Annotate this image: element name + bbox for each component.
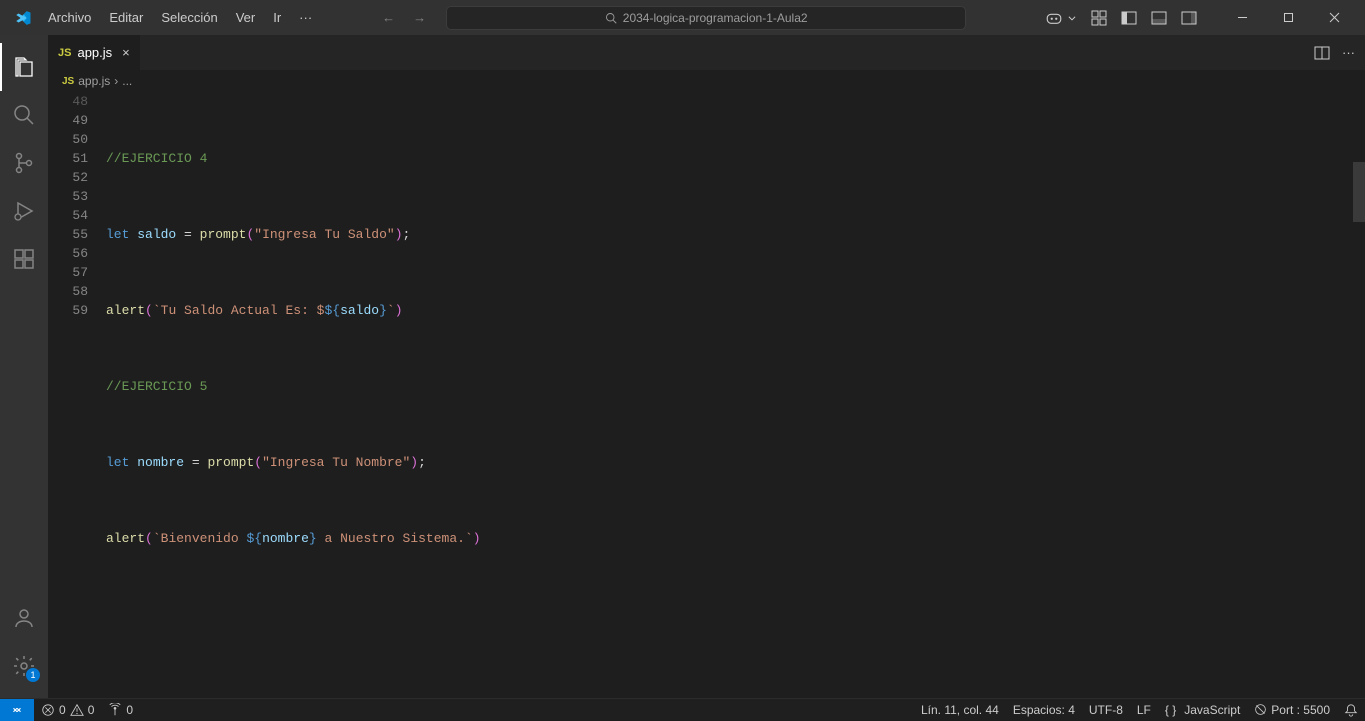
scrollbar[interactable] <box>1353 162 1365 222</box>
code-line <box>106 491 1365 510</box>
layout-sidebar-right-icon[interactable] <box>1181 10 1197 26</box>
menu-bar: Archivo Editar Selección Ver Ir ··· <box>40 6 320 29</box>
line-number: 53 <box>48 187 88 206</box>
menu-ver[interactable]: Ver <box>228 6 264 29</box>
language-mode-button[interactable]: { }JavaScript <box>1158 699 1247 721</box>
command-center[interactable]: 2034-logica-programacion-1-Aula2 <box>446 6 966 30</box>
code-line: let saldo = prompt("Ingresa Tu Saldo"); <box>106 225 1365 244</box>
problems-button[interactable]: 0 0 <box>34 699 101 721</box>
breadcrumb-file: app.js <box>78 74 110 88</box>
settings-badge: 1 <box>26 668 40 682</box>
source-control-icon[interactable] <box>0 139 48 187</box>
layout-grid-icon[interactable] <box>1091 10 1107 26</box>
breadcrumb-more: ... <box>122 74 132 88</box>
menu-ir[interactable]: Ir <box>265 6 289 29</box>
code-content[interactable]: //EJERCICIO 4 let saldo = prompt("Ingres… <box>106 92 1365 698</box>
tab-close-icon[interactable]: × <box>122 45 130 60</box>
breadcrumb[interactable]: JS app.js › ... <box>48 70 1365 92</box>
broadcast-icon <box>1254 703 1267 716</box>
line-number: 55 <box>48 225 88 244</box>
indentation-button[interactable]: Espacios: 4 <box>1006 699 1082 721</box>
code-line: //EJERCICIO 5 <box>106 377 1365 396</box>
line-number: 54 <box>48 206 88 225</box>
explorer-icon[interactable] <box>0 43 48 91</box>
line-number: 48 <box>48 92 88 111</box>
line-number: 51 <box>48 149 88 168</box>
copilot-icon <box>1045 9 1063 27</box>
js-file-icon: JS <box>58 47 71 59</box>
code-line <box>106 187 1365 206</box>
window-controls <box>1219 0 1357 35</box>
eol-button[interactable]: LF <box>1130 699 1158 721</box>
accounts-icon[interactable] <box>0 594 48 642</box>
split-editor-icon[interactable] <box>1314 45 1330 61</box>
title-bar: Archivo Editar Selección Ver Ir ··· ← → … <box>0 0 1365 35</box>
minimize-button[interactable] <box>1219 0 1265 35</box>
js-file-icon: JS <box>62 76 74 87</box>
code-line <box>106 263 1365 282</box>
search-activity-icon[interactable] <box>0 91 48 139</box>
copilot-button[interactable] <box>1045 9 1077 27</box>
line-number: 58 <box>48 282 88 301</box>
tab-filename: app.js <box>77 45 112 60</box>
maximize-button[interactable] <box>1265 0 1311 35</box>
code-line: //EJERCICIO 4 <box>106 149 1365 168</box>
antenna-icon <box>108 703 122 717</box>
line-number: 56 <box>48 244 88 263</box>
breadcrumb-sep: › <box>114 74 118 88</box>
gutter: 48 49 50 51 52 53 54 55 56 57 58 59 <box>48 92 106 698</box>
line-number: 59 <box>48 301 88 320</box>
code-line <box>106 415 1365 434</box>
error-icon <box>41 703 55 717</box>
status-bar: 0 0 0 Lín. 11, col. 44 Espacios: 4 UTF-8… <box>0 698 1365 720</box>
line-number: 57 <box>48 263 88 282</box>
nav-arrows: ← → <box>382 10 426 25</box>
tab-appjs[interactable]: JS app.js × <box>48 35 141 70</box>
code-line <box>106 111 1365 130</box>
warning-icon <box>70 703 84 717</box>
menu-editar[interactable]: Editar <box>101 6 151 29</box>
ports-button[interactable]: 0 <box>101 699 140 721</box>
close-button[interactable] <box>1311 0 1357 35</box>
extensions-icon[interactable] <box>0 235 48 283</box>
line-number: 49 <box>48 111 88 130</box>
line-number: 52 <box>48 168 88 187</box>
encoding-button[interactable]: UTF-8 <box>1082 699 1130 721</box>
cursor-position[interactable]: Lín. 11, col. 44 <box>914 699 1006 721</box>
settings-gear-icon[interactable]: 1 <box>0 642 48 690</box>
menu-archivo[interactable]: Archivo <box>40 6 99 29</box>
editor-more-icon[interactable]: ··· <box>1342 45 1355 60</box>
menu-more[interactable]: ··· <box>291 6 320 29</box>
layout-sidebar-left-icon[interactable] <box>1121 10 1137 26</box>
nav-back-icon[interactable]: ← <box>382 10 395 25</box>
code-line: alert(`Bienvenido ${nombre} a Nuestro Si… <box>106 529 1365 548</box>
chevron-down-icon <box>1067 13 1077 23</box>
code-line: let nombre = prompt("Ingresa Tu Nombre")… <box>106 453 1365 472</box>
live-server-button[interactable]: Port : 5500 <box>1247 699 1337 721</box>
tab-bar: JS app.js × ··· <box>48 35 1365 70</box>
nav-forward-icon[interactable]: → <box>413 10 426 25</box>
search-icon <box>605 12 617 24</box>
menu-seleccion[interactable]: Selección <box>153 6 225 29</box>
code-line: alert(`Tu Saldo Actual Es: $${saldo}`) <box>106 301 1365 320</box>
line-number: 50 <box>48 130 88 149</box>
layout-panel-bottom-icon[interactable] <box>1151 10 1167 26</box>
layout-controls <box>1091 10 1197 26</box>
vscode-logo-icon <box>14 9 32 27</box>
search-text: 2034-logica-programacion-1-Aula2 <box>623 11 808 25</box>
code-editor[interactable]: 48 49 50 51 52 53 54 55 56 57 58 59 //EJ… <box>48 92 1365 698</box>
bell-icon <box>1344 703 1358 717</box>
notifications-button[interactable] <box>1337 699 1365 721</box>
code-line <box>106 339 1365 358</box>
activity-bar: 1 <box>0 35 48 698</box>
run-debug-icon[interactable] <box>0 187 48 235</box>
editor-region: JS app.js × ··· JS app.js › ... 48 49 50… <box>48 35 1365 698</box>
remote-button[interactable] <box>0 699 34 721</box>
